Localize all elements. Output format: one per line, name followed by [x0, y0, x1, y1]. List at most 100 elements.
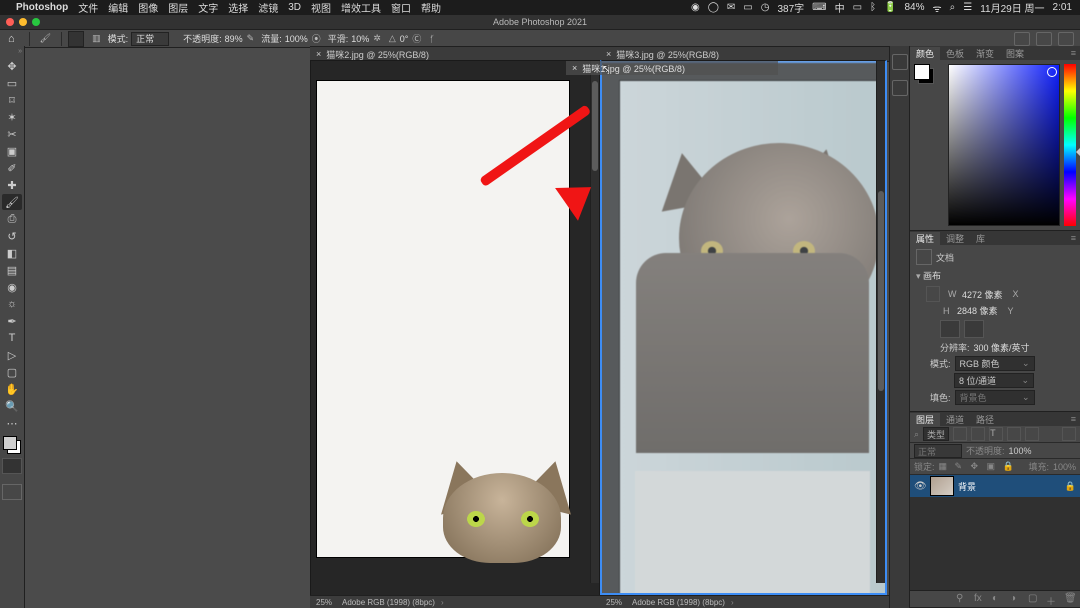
- color-swatch-pair[interactable]: [914, 64, 934, 84]
- keyboard-icon[interactable]: ⌨: [812, 2, 826, 13]
- menu-view[interactable]: 视图: [311, 0, 331, 15]
- menu-edit[interactable]: 编辑: [108, 0, 128, 15]
- colormode-select[interactable]: RGB 颜色: [955, 356, 1035, 371]
- blend-mode-select[interactable]: 正常: [914, 444, 962, 458]
- menu-select[interactable]: 选择: [228, 0, 248, 15]
- path-select-icon[interactable]: ▷: [2, 347, 22, 363]
- layer-filter-select[interactable]: 类型: [923, 427, 949, 441]
- tab-patterns[interactable]: 图案: [1000, 47, 1030, 60]
- w-value[interactable]: 4272 像素: [962, 288, 1003, 301]
- expand-tools-icon[interactable]: »: [18, 48, 22, 55]
- angle-value[interactable]: 0°: [400, 34, 409, 44]
- res-value[interactable]: 300 像素/英寸: [974, 341, 1030, 354]
- menu-type[interactable]: 文字: [198, 0, 218, 15]
- tab-swatches[interactable]: 色板: [940, 47, 970, 60]
- layer-filter-search-icon[interactable]: ⌕: [914, 429, 919, 440]
- history-brush-icon[interactable]: ↺: [2, 228, 22, 244]
- layer-thumbnail[interactable]: [930, 476, 954, 496]
- filter-toggle-icon[interactable]: [1062, 427, 1076, 441]
- depth-select[interactable]: 8 位/通道: [954, 373, 1034, 388]
- color-profile[interactable]: Adobe RGB (1998) (8bpc): [632, 598, 725, 607]
- menu-help[interactable]: 帮助: [421, 0, 441, 15]
- shape-tool-icon[interactable]: ▢: [2, 364, 22, 380]
- layer-lock-icon[interactable]: 🔒: [1065, 481, 1076, 492]
- opacity-pressure-icon[interactable]: ✎: [247, 33, 255, 44]
- smooth-settings-icon[interactable]: ✲: [373, 33, 381, 44]
- dodge-tool-icon[interactable]: ☼: [2, 296, 22, 312]
- hue-slider[interactable]: [1064, 64, 1076, 226]
- ime-icon[interactable]: 中: [835, 0, 845, 15]
- mode-select[interactable]: 正常: [131, 32, 169, 46]
- menu-filter[interactable]: 滤镜: [258, 0, 278, 15]
- brush-preview-icon[interactable]: [68, 31, 84, 47]
- heal-tool-icon[interactable]: ✚: [2, 177, 22, 193]
- fill-select[interactable]: 背景色: [955, 390, 1035, 405]
- display-icon[interactable]: ▭: [853, 2, 862, 13]
- status-caret-icon[interactable]: ›: [731, 598, 734, 607]
- more-tools-icon[interactable]: ⋯: [2, 415, 22, 431]
- zoom-readout[interactable]: 25%: [316, 598, 332, 607]
- wechat-icon[interactable]: ✉: [727, 2, 735, 13]
- control-center-icon[interactable]: ☰: [963, 2, 972, 13]
- filter-adjust-icon[interactable]: [971, 427, 985, 441]
- link-wh-icon[interactable]: [926, 286, 940, 302]
- eyedropper-tool-icon[interactable]: ✐: [2, 160, 22, 176]
- h-value[interactable]: 2848 像素: [957, 304, 998, 317]
- layer-name[interactable]: 背景: [958, 480, 976, 493]
- share-icon[interactable]: [1014, 32, 1030, 46]
- panel-menu-icon[interactable]: ≡: [1071, 48, 1076, 58]
- app-name[interactable]: Photoshop: [16, 2, 68, 13]
- marquee-tool-icon[interactable]: ▭: [2, 75, 22, 91]
- tab-paths[interactable]: 路径: [970, 413, 1000, 426]
- smooth-value[interactable]: 10%: [351, 34, 369, 44]
- lock-transparent-icon[interactable]: ▦: [939, 461, 951, 473]
- quick-select-tool-icon[interactable]: ✶: [2, 109, 22, 125]
- dragging-tab[interactable]: × 猫咪1.jpg @ 25%(RGB/8): [566, 61, 778, 75]
- new-fill-adjust-icon[interactable]: ◑: [1010, 593, 1022, 605]
- quickmask-icon[interactable]: [2, 458, 22, 474]
- tab-channels[interactable]: 通道: [940, 413, 970, 426]
- stage-icon[interactable]: ▭: [743, 2, 752, 13]
- close-tab-icon[interactable]: ×: [572, 63, 577, 73]
- close-tab-icon[interactable]: ×: [606, 49, 611, 59]
- color-picker[interactable]: [948, 64, 1060, 226]
- tab-layers[interactable]: 图层: [910, 413, 940, 426]
- user-icon[interactable]: ◯: [708, 2, 719, 13]
- canvas-section[interactable]: 画布: [916, 269, 1074, 282]
- search-icon[interactable]: ⌕: [950, 2, 956, 13]
- menu-plugins[interactable]: 增效工具: [341, 0, 381, 15]
- angle-icon[interactable]: △: [389, 33, 396, 44]
- crop-tool-icon[interactable]: ✂: [2, 126, 22, 142]
- layer-visibility-icon[interactable]: 👁: [914, 481, 926, 492]
- brush-settings-icon[interactable]: ▥: [92, 33, 101, 44]
- close-window-icon[interactable]: [6, 18, 14, 26]
- move-tool-icon[interactable]: ✥: [2, 58, 22, 74]
- zoom-readout[interactable]: 25%: [606, 598, 622, 607]
- brush-tool-icon[interactable]: 🖌: [40, 33, 51, 44]
- orient-landscape-icon[interactable]: [964, 320, 984, 338]
- airbrush-icon[interactable]: ⦿: [312, 32, 321, 45]
- tab-gradients[interactable]: 渐变: [970, 47, 1000, 60]
- lock-position-icon[interactable]: ✥: [971, 461, 983, 473]
- filter-type-icon[interactable]: T: [989, 427, 1003, 441]
- workspace-icon[interactable]: [1058, 32, 1074, 46]
- panel-menu-icon[interactable]: ≡: [1071, 233, 1076, 243]
- zoom-window-icon[interactable]: [32, 18, 40, 26]
- menu-layer[interactable]: 图层: [168, 0, 188, 15]
- brushes-panel-icon[interactable]: [892, 80, 908, 96]
- link-layers-icon[interactable]: ⚲: [956, 593, 968, 605]
- bluetooth-icon[interactable]: ᛒ: [870, 2, 876, 13]
- search-ps-icon[interactable]: [1036, 32, 1052, 46]
- new-layer-icon[interactable]: ＋: [1046, 593, 1058, 605]
- hand-tool-icon[interactable]: ✋: [2, 381, 22, 397]
- scrollbar-left[interactable]: [590, 61, 599, 583]
- pen-tool-icon[interactable]: ✒: [2, 313, 22, 329]
- menu-file[interactable]: 文件: [78, 0, 98, 15]
- lasso-tool-icon[interactable]: ⌑: [2, 92, 22, 108]
- layer-row[interactable]: 👁 背景 🔒: [910, 475, 1080, 497]
- type-tool-icon[interactable]: T: [2, 330, 22, 346]
- filter-shape-icon[interactable]: [1007, 427, 1021, 441]
- filter-smart-icon[interactable]: [1025, 427, 1039, 441]
- layer-mask-icon[interactable]: ◐: [992, 593, 1004, 605]
- menu-3d[interactable]: 3D: [288, 2, 301, 13]
